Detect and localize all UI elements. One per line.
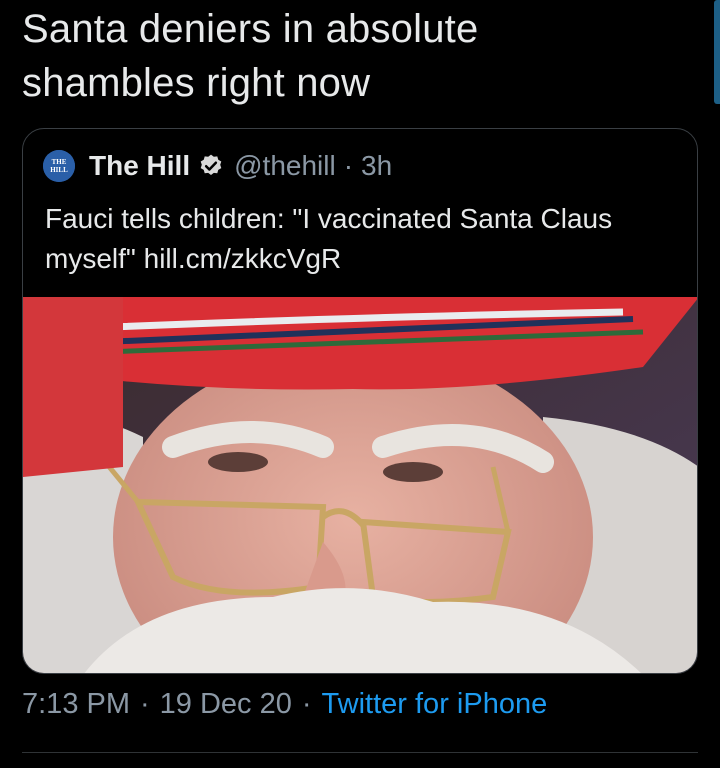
- meta-separator: ·: [301, 688, 312, 720]
- quoted-tweet-image[interactable]: [23, 297, 697, 673]
- quoted-tweet-text: Fauci tells children: "I vaccinated Sant…: [45, 203, 613, 274]
- divider: [22, 752, 698, 753]
- tweet-meta: 7:13 PM · 19 Dec 20 · Twitter for iPhone: [22, 688, 547, 721]
- tweet-text: Santa deniers in absolute shambles right…: [22, 7, 479, 105]
- tweet-source-link[interactable]: Twitter for iPhone: [322, 688, 548, 721]
- meta-separator: ·: [140, 688, 150, 720]
- quoted-tweet-card[interactable]: THE HILL The Hill @thehill · 3h Fauci te…: [22, 128, 698, 674]
- santa-photo-illustration: [23, 297, 697, 673]
- the-hill-avatar[interactable]: THE HILL: [43, 150, 75, 182]
- quoted-author-name[interactable]: The Hill: [89, 150, 190, 182]
- tweet-date[interactable]: 19 Dec 20: [160, 688, 292, 721]
- quoted-tweet-header: THE HILL The Hill @thehill · 3h: [43, 149, 392, 183]
- svg-text:THE: THE: [52, 158, 67, 166]
- scroll-indicator[interactable]: [714, 0, 720, 104]
- quoted-handle[interactable]: @thehill: [234, 150, 336, 182]
- verified-badge-icon: [198, 153, 224, 179]
- svg-text:HILL: HILL: [50, 166, 68, 174]
- the-hill-logo-icon: THE HILL: [43, 150, 75, 182]
- tweet-time[interactable]: 7:13 PM: [22, 688, 130, 721]
- header-separator: ·: [343, 150, 354, 181]
- quoted-age[interactable]: 3h: [361, 150, 392, 182]
